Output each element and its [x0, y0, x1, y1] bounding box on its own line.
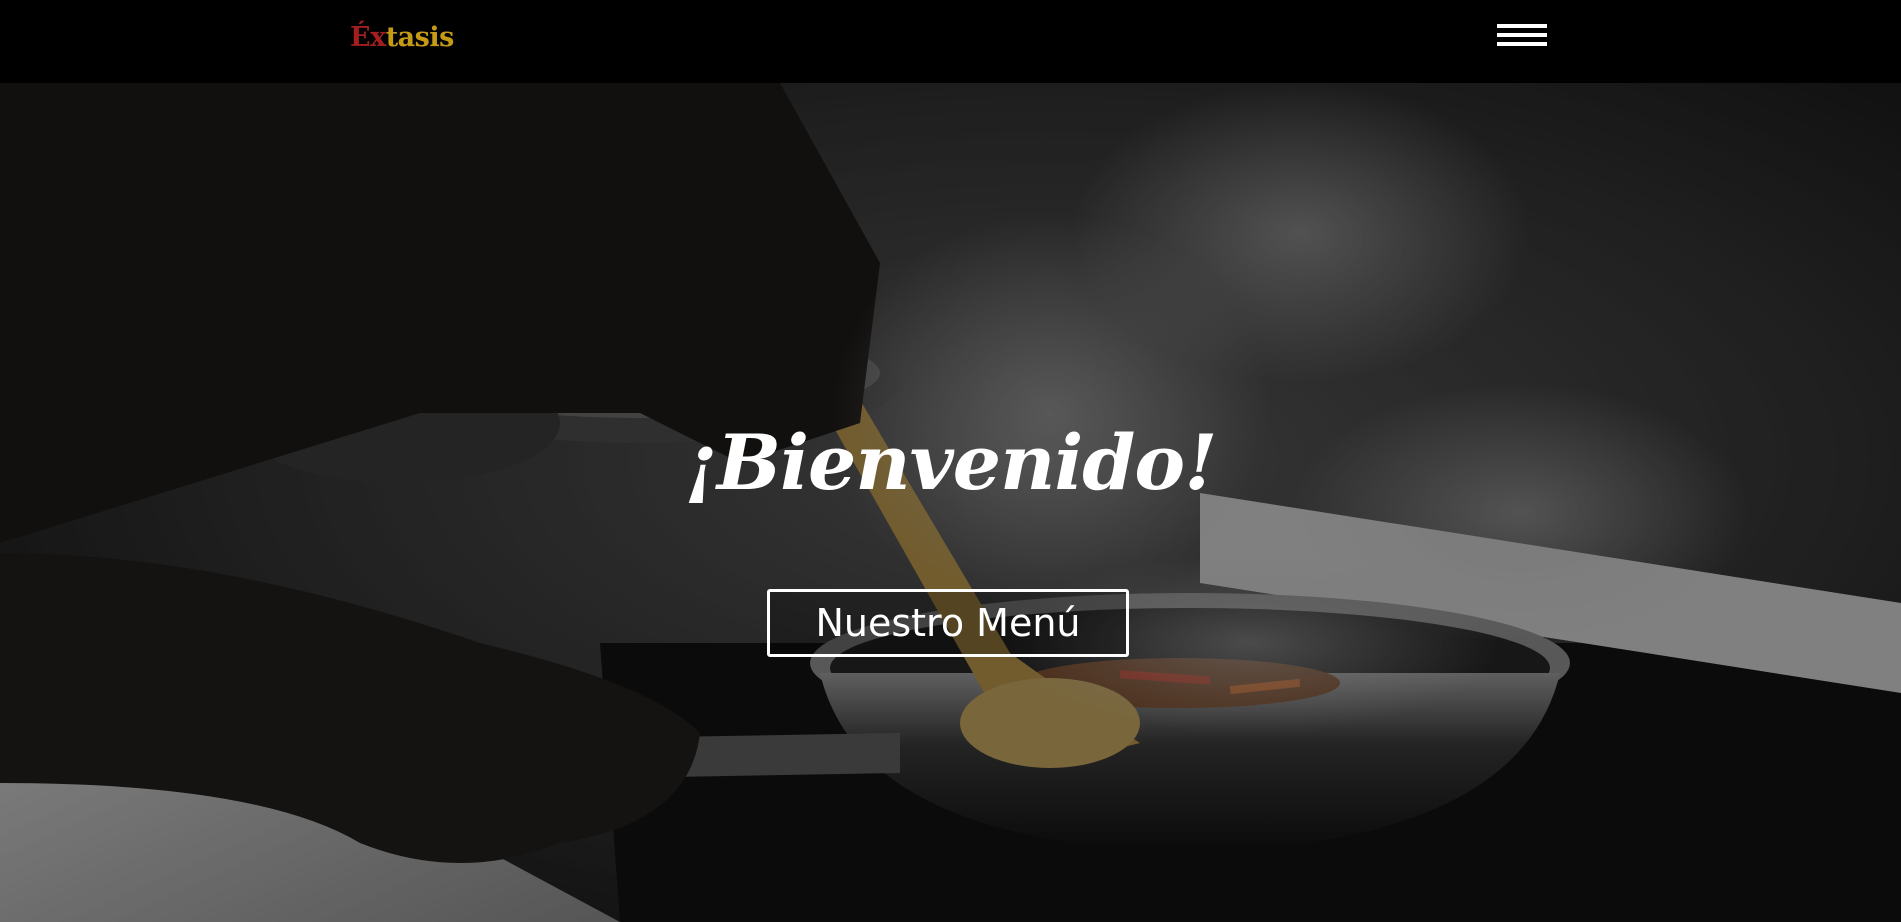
hero-title: ¡Bienvenido! — [684, 418, 1218, 507]
hamburger-line — [1497, 33, 1547, 37]
hero-section: ¡Bienvenido! Nuestro Menú — [0, 83, 1901, 922]
logo-rest: tasis — [385, 22, 455, 53]
hamburger-icon[interactable] — [1497, 24, 1551, 54]
site-logo[interactable]: Éxtasis — [350, 18, 454, 58]
hamburger-line — [1497, 42, 1547, 46]
our-menu-button[interactable]: Nuestro Menú — [767, 589, 1129, 657]
logo-accent: Éx — [350, 22, 386, 53]
hamburger-line — [1497, 24, 1547, 28]
navbar: Éxtasis — [0, 0, 1901, 83]
